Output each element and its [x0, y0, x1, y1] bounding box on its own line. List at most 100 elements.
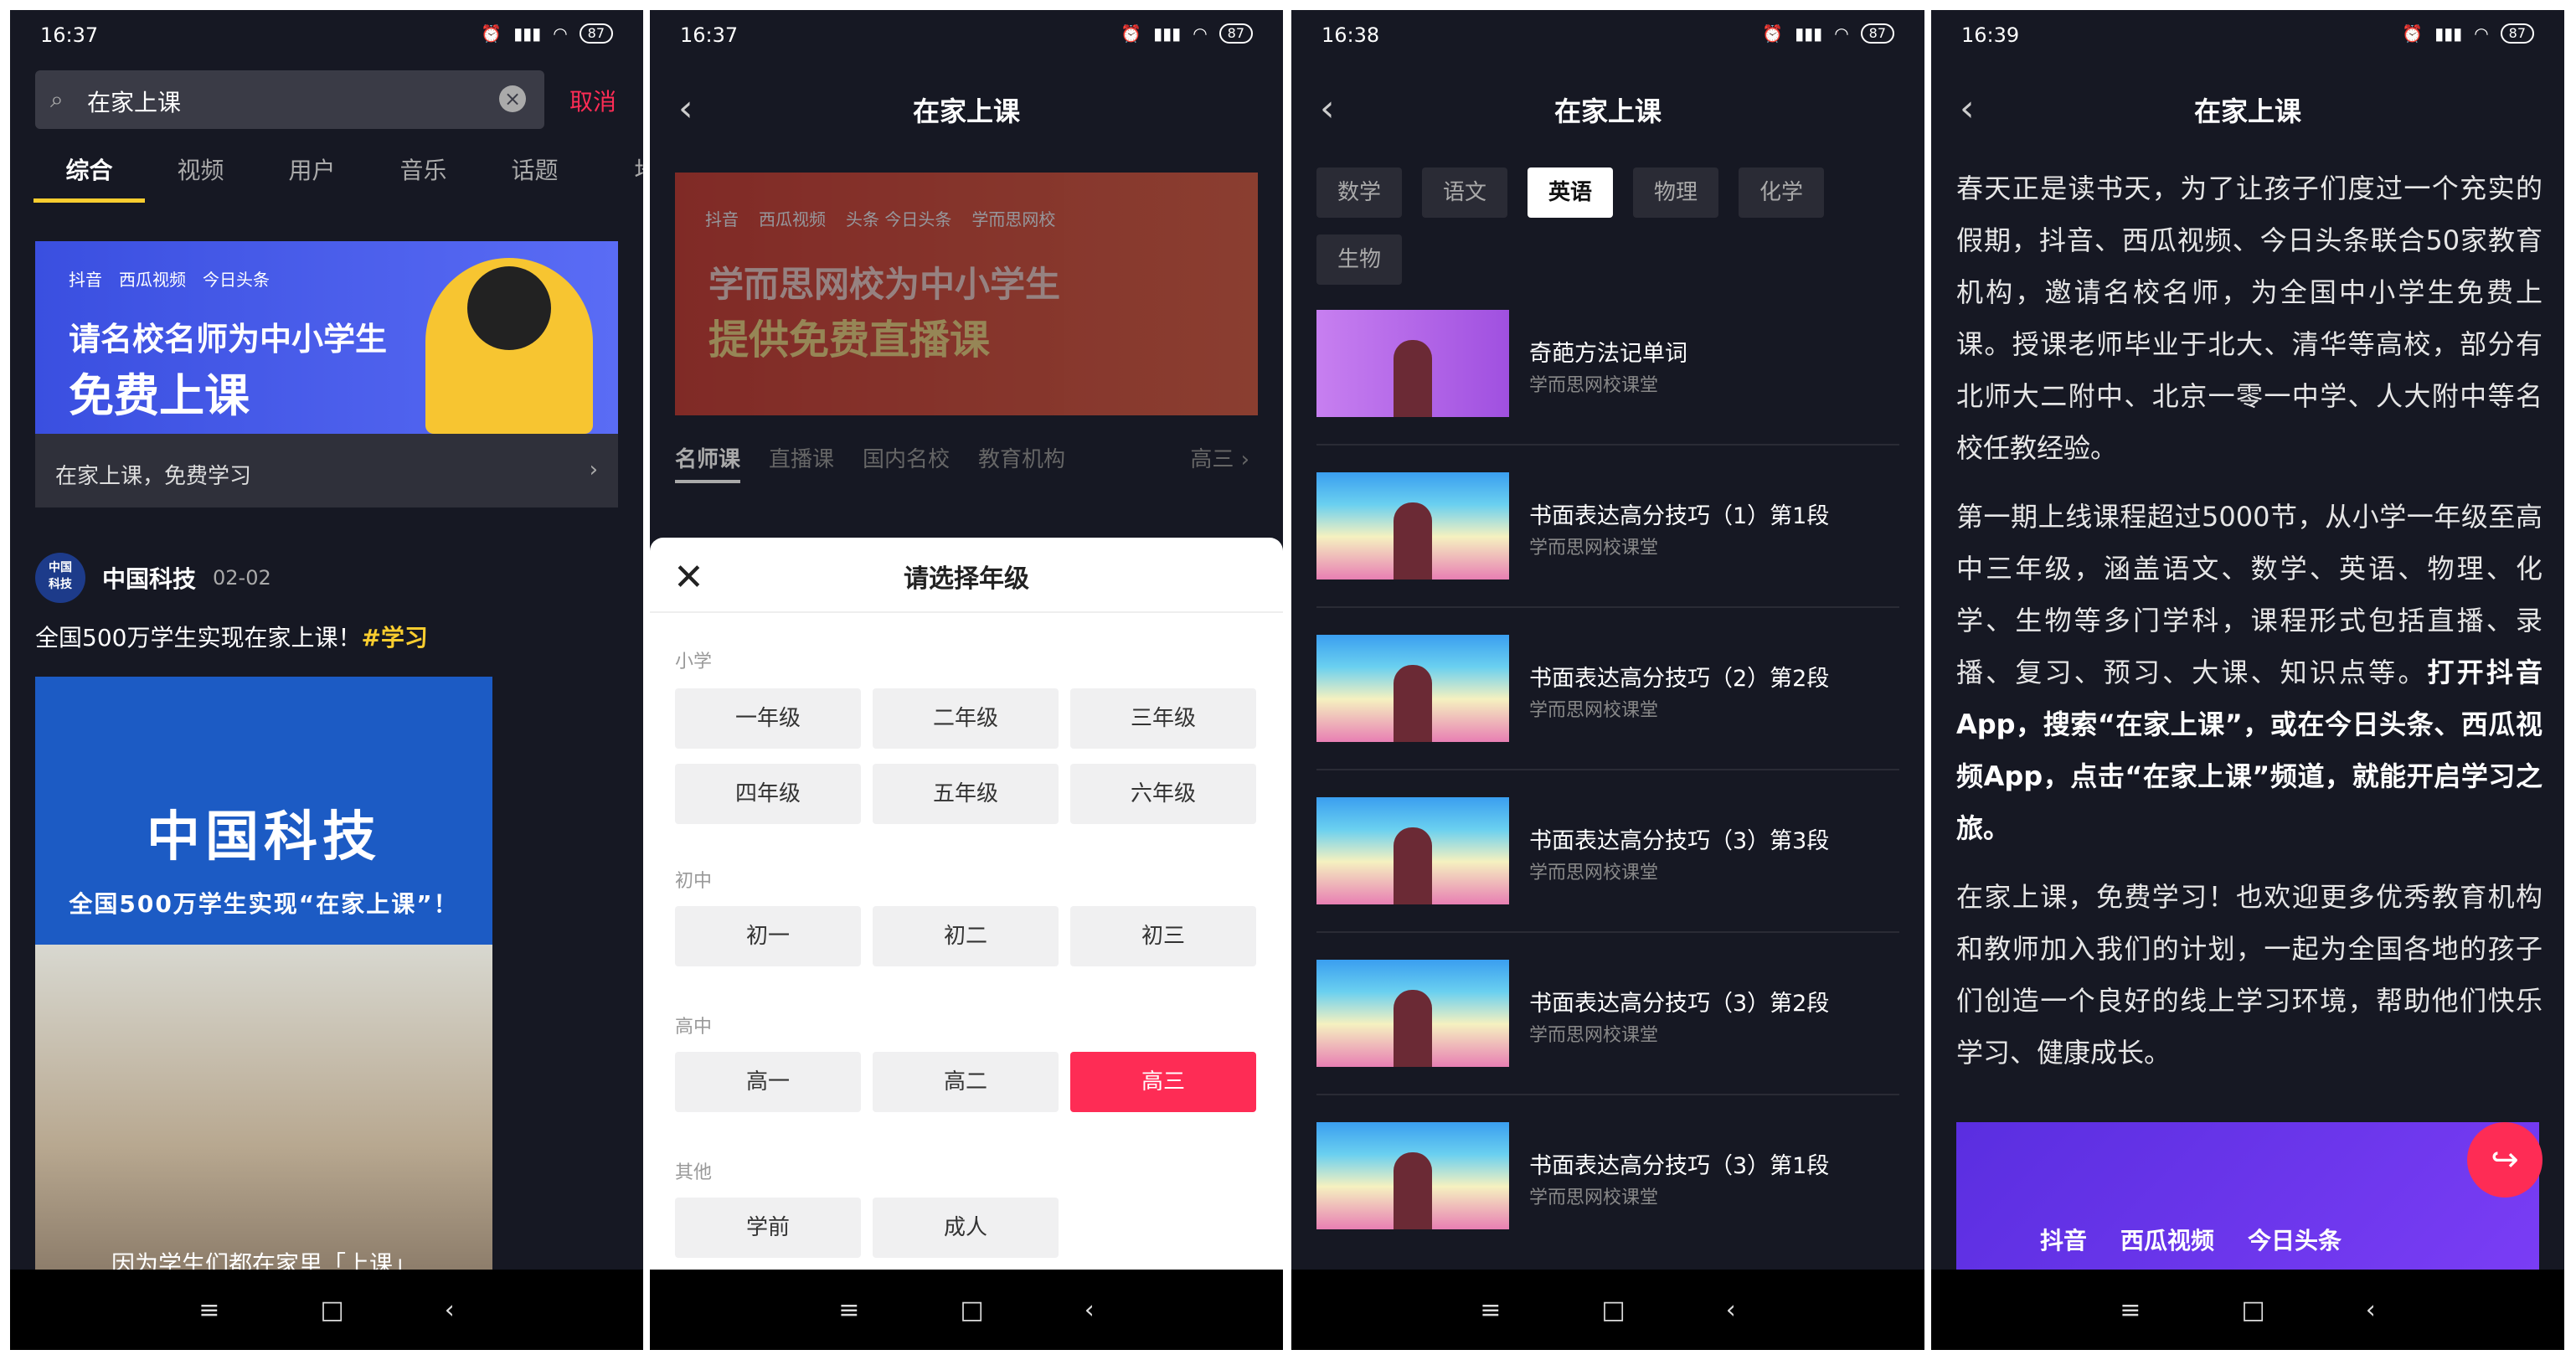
post-header: 中国 科技 中国科技 02-02 — [35, 553, 271, 603]
grade-option[interactable]: 高一 — [675, 1052, 861, 1112]
tab-video[interactable]: 视频 — [145, 152, 256, 203]
search-icon: ⌕ — [50, 85, 64, 113]
author-name[interactable]: 中国科技 — [102, 561, 196, 595]
grade-option[interactable]: 二年级 — [873, 688, 1059, 749]
hashtag-link[interactable]: #学习 — [361, 624, 427, 652]
menu-icon[interactable]: ≡ — [198, 1296, 219, 1325]
subject-chemistry[interactable]: 化学 — [1739, 167, 1824, 218]
subject-chinese[interactable]: 语文 — [1422, 167, 1507, 218]
banner-line1: 请名校名师为中小学生 — [69, 321, 388, 358]
grade-option[interactable]: 初三 — [1070, 906, 1256, 966]
course-item[interactable]: 书面表达高分技巧（3）第3段 学而思网校课堂 — [1316, 797, 1899, 933]
course-source: 学而思网校课堂 — [1529, 863, 1659, 883]
menu-icon[interactable]: ≡ — [1480, 1296, 1501, 1325]
tab-topics[interactable]: 话题 — [479, 152, 590, 203]
home-icon[interactable]: □ — [1601, 1296, 1625, 1325]
menu-icon[interactable]: ≡ — [838, 1296, 859, 1325]
douyin-logo: 抖音 — [69, 270, 102, 290]
tab-comprehensive[interactable]: 综合 — [33, 152, 145, 203]
subject-physics[interactable]: 物理 — [1633, 167, 1718, 218]
course-source: 学而思网校课堂 — [1529, 700, 1659, 721]
grade-option[interactable]: 高二 — [873, 1052, 1059, 1112]
grade-option[interactable]: 一年级 — [675, 688, 861, 749]
system-nav-bar: ≡ □ ‹ — [1291, 1270, 1924, 1350]
tab-famous-teacher[interactable]: 名师课 — [675, 442, 741, 483]
group-label-other: 其他 — [675, 1162, 713, 1183]
subject-biology[interactable]: 生物 — [1316, 234, 1402, 285]
search-input[interactable]: ⌕ 在家上课 × — [35, 70, 544, 129]
xigua-logo: 西瓜视频 — [2120, 1227, 2215, 1254]
status-time: 16:37 — [40, 23, 99, 47]
course-title: 书面表达高分技巧（3）第1段 — [1529, 1153, 1830, 1179]
tab-live[interactable]: 直播课 — [769, 442, 834, 483]
grade-option[interactable]: 初二 — [873, 906, 1059, 966]
home-icon[interactable]: □ — [960, 1296, 983, 1325]
title-bar: ‹ 在家上课 — [1291, 64, 1924, 156]
avatar[interactable]: 中国 科技 — [35, 553, 85, 603]
course-source: 学而思网校课堂 — [1529, 375, 1659, 396]
status-bar: 16:37 ⏰ ▮▮▮ ◠ 87 — [10, 10, 643, 64]
alarm-icon: ⏰ — [481, 23, 502, 44]
search-value: 在家上课 — [87, 89, 182, 116]
course-source: 学而思网校课堂 — [1529, 538, 1659, 559]
share-icon[interactable]: ↪ — [2467, 1122, 2543, 1198]
subject-math[interactable]: 数学 — [1316, 167, 1402, 218]
category-tabs: 名师课 直播课 国内名校 教育机构 — [675, 442, 1065, 483]
banner-sub-text: 在家上课，免费学习 — [55, 464, 252, 489]
tab-music[interactable]: 音乐 — [368, 152, 479, 203]
subject-english[interactable]: 英语 — [1528, 167, 1613, 218]
course-source: 学而思网校课堂 — [1529, 1025, 1659, 1046]
menu-icon[interactable]: ≡ — [2120, 1296, 2141, 1325]
group-label-senior: 高中 — [675, 1017, 713, 1038]
tab-location[interactable]: 地 — [590, 152, 643, 203]
chevron-right-icon: › — [589, 457, 598, 482]
promo-banner[interactable]: 抖音 西瓜视频 今日头条 — [1956, 1122, 2539, 1270]
grade-option[interactable]: 学前 — [675, 1198, 861, 1258]
course-thumbnail — [1316, 960, 1509, 1067]
promo-banner[interactable]: 抖音 西瓜视频 头条 今日头条 学而思网校 学而思网校为中小学生 提供免费直播课 — [675, 173, 1258, 415]
home-icon[interactable]: □ — [320, 1296, 343, 1325]
course-item[interactable]: 书面表达高分技巧（3）第2段 学而思网校课堂 — [1316, 960, 1899, 1095]
tab-users[interactable]: 用户 — [256, 152, 368, 203]
grade-option[interactable]: 四年级 — [675, 764, 861, 824]
grade-option[interactable]: 五年级 — [873, 764, 1059, 824]
promo-banner[interactable]: 抖音 西瓜视频 今日头条 请名校名师为中小学生 免费上课 — [35, 241, 618, 434]
grade-option[interactable]: 成人 — [873, 1198, 1059, 1258]
grade-dropdown[interactable]: 高三 › — [1190, 442, 1249, 473]
screen-search-results: 16:37 ⏰ ▮▮▮ ◠ 87 ⌕ 在家上课 × 取消 综合 视频 用户 音乐 话题… — [10, 10, 643, 1350]
wifi-icon: ◠ — [1834, 23, 1849, 44]
clear-icon[interactable]: × — [499, 85, 526, 112]
course-source: 学而思网校课堂 — [1529, 1187, 1659, 1208]
video-thumbnail[interactable]: 中国科技 全国500万学生实现“在家上课”！ 因为学生们都在家里「上课」 — [35, 677, 492, 1280]
back-icon[interactable]: ‹ — [445, 1296, 455, 1325]
sheet-title: 请选择年级 — [904, 564, 1029, 594]
back-icon[interactable]: ‹ — [1726, 1296, 1736, 1325]
article-paragraph: 在家上课，免费学习！也欢迎更多优秀教育机构和教师加入我们的计划，一起为全国各地的… — [1956, 881, 2543, 1069]
banner-line2: 提供免费直播课 — [708, 317, 991, 363]
article-paragraph: 第一期上线课程超过5000节，从小学一年级至高中三年级，涵盖语文、数学、英语、物… — [1956, 501, 2543, 844]
status-time: 16:39 — [1961, 23, 2020, 47]
course-item[interactable]: 书面表达高分技巧（3）第1段 学而思网校课堂 — [1316, 1122, 1899, 1256]
toutiao-logo: 今日头条 — [203, 270, 270, 290]
course-title: 书面表达高分技巧（3）第3段 — [1529, 828, 1830, 854]
toutiao-logo: 今日头条 — [2248, 1227, 2342, 1254]
back-icon[interactable]: ‹ — [2366, 1296, 2376, 1325]
back-icon[interactable]: ‹ — [1084, 1296, 1095, 1325]
banner-link[interactable]: 在家上课，免费学习 › — [35, 434, 618, 507]
grade-option[interactable]: 三年级 — [1070, 688, 1256, 749]
grade-option[interactable]: 初一 — [675, 906, 861, 966]
tab-domestic-schools[interactable]: 国内名校 — [863, 442, 950, 483]
home-icon[interactable]: □ — [2241, 1296, 2264, 1325]
course-item[interactable]: 奇葩方法记单词 学而思网校课堂 — [1316, 310, 1899, 446]
grade-option-selected[interactable]: 高三 — [1070, 1052, 1256, 1112]
course-thumbnail — [1316, 310, 1509, 417]
signal-icon: ▮▮▮ — [2434, 23, 2463, 44]
course-item[interactable]: 书面表达高分技巧（2）第2段 学而思网校课堂 — [1316, 635, 1899, 770]
tab-institutions[interactable]: 教育机构 — [978, 442, 1065, 483]
cancel-button[interactable]: 取消 — [569, 84, 616, 117]
banner-line2: 免费上课 — [69, 369, 250, 422]
course-item[interactable]: 书面表达高分技巧（1）第1段 学而思网校课堂 — [1316, 472, 1899, 608]
grade-option[interactable]: 六年级 — [1070, 764, 1256, 824]
group-label-primary: 小学 — [675, 652, 713, 672]
classroom-image — [35, 945, 492, 1280]
